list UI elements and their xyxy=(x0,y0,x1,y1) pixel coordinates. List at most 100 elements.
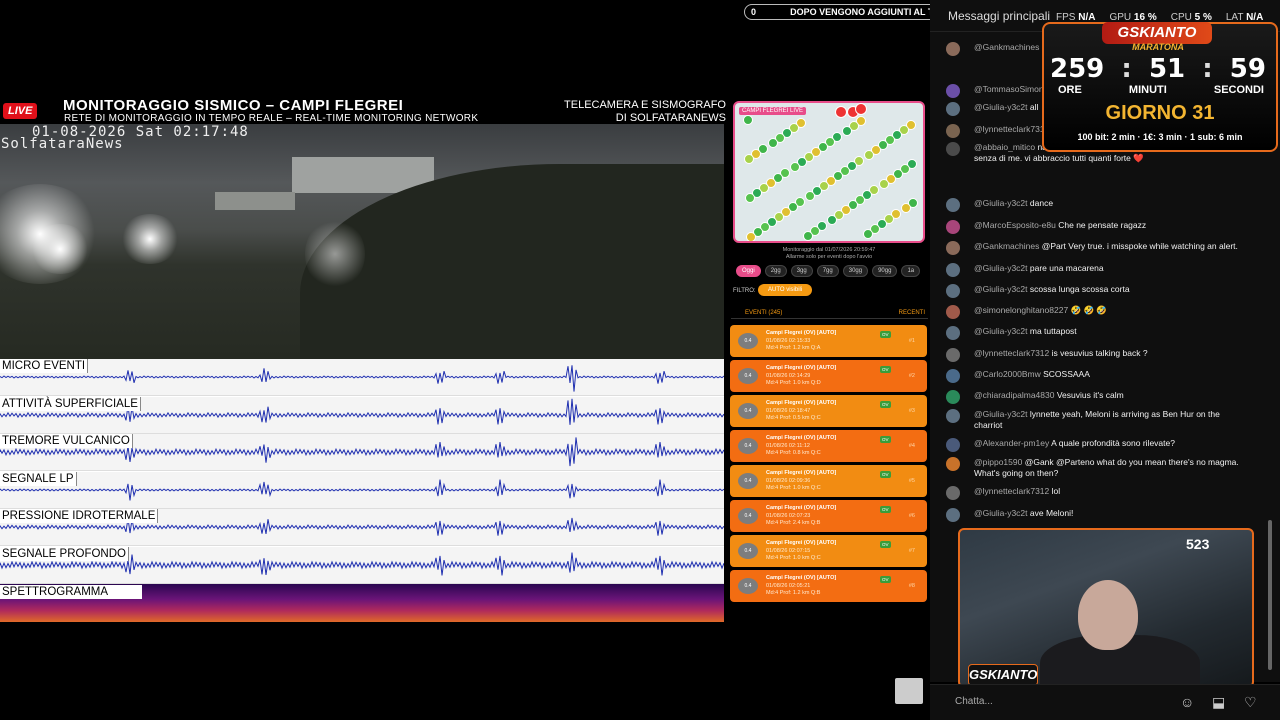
user-avatar[interactable] xyxy=(946,369,960,383)
user-avatar[interactable] xyxy=(946,263,960,277)
event-index: #8 xyxy=(908,583,915,589)
event-card[interactable]: 0.4 Campi Flegrei (OV) [AUTO] 01/08/26 02:… xyxy=(730,395,927,427)
chat-text: Che ne pensate ragazz xyxy=(1058,220,1147,230)
timer-minutes: 51 xyxy=(1148,54,1186,84)
seismo-row: PRESSIONE IDROTERMALE xyxy=(0,509,724,546)
event-card[interactable]: 0.4 Campi Flegrei (OV) [AUTO] 01/08/26 02:… xyxy=(730,535,927,567)
minutes-label: MINUTI xyxy=(1128,84,1167,96)
chat-username[interactable]: @Alexander-pm1ey xyxy=(974,438,1049,448)
event-source-badge: OV xyxy=(880,576,891,583)
chat-input[interactable]: Chatta... xyxy=(955,696,993,707)
period-button[interactable]: 3gg xyxy=(790,265,813,277)
marathon-timer: 259 : 51 : 59 xyxy=(1050,54,1266,84)
user-avatar[interactable] xyxy=(946,241,960,255)
event-magnitude: 0.4 xyxy=(738,473,758,489)
seismo-row-label: PRESSIONE IDROTERMALE xyxy=(0,509,159,523)
user-avatar[interactable] xyxy=(946,457,960,471)
user-avatar[interactable] xyxy=(946,42,960,56)
user-avatar[interactable] xyxy=(946,390,960,404)
event-magnitude: 0.4 xyxy=(738,508,758,524)
filter-auto-button[interactable]: AUTO visibili xyxy=(758,284,813,296)
event-map[interactable]: CAMPI FLEGREI LIVE xyxy=(733,101,925,243)
user-avatar[interactable] xyxy=(946,438,960,452)
chat-username[interactable]: @Giulia-y3c2t xyxy=(974,409,1028,419)
user-avatar[interactable] xyxy=(946,220,960,234)
chat-username[interactable]: @Giulia-y3c2t xyxy=(974,198,1028,208)
event-card[interactable]: 0.4 Campi Flegrei (OV) [AUTO] 01/08/26 02:… xyxy=(730,500,927,532)
user-avatar[interactable] xyxy=(946,142,960,156)
super-chat-icon[interactable]: ⬓ xyxy=(1212,694,1225,711)
chat-username[interactable]: @simonelonghitano8227 xyxy=(974,305,1068,315)
user-avatar[interactable] xyxy=(946,326,960,340)
chat-username[interactable]: @lynnetteclark731 xyxy=(974,124,1045,134)
map-event-marker[interactable] xyxy=(746,232,756,241)
map-event-marker[interactable] xyxy=(827,215,837,225)
event-depth: Md:4 Prof: 1.2 km Q:B xyxy=(766,590,821,596)
map-event-marker[interactable] xyxy=(864,150,874,160)
map-event-marker[interactable] xyxy=(805,191,815,201)
chat-username[interactable]: @Giulia-y3c2t xyxy=(974,508,1028,518)
user-avatar[interactable] xyxy=(946,284,960,298)
period-button[interactable]: 7gg xyxy=(816,265,839,277)
user-avatar[interactable] xyxy=(946,409,960,423)
events-recent-sort[interactable]: RECENTI xyxy=(899,310,925,316)
seismograph-panel: MICRO EVENTI ATTIVITÀ SUPERFICIALE TREMORE… xyxy=(0,359,724,622)
event-card[interactable]: 0.4 Campi Flegrei (OV) [AUTO] 01/08/26 02:… xyxy=(730,360,927,392)
period-button[interactable]: 1a xyxy=(901,265,921,277)
chat-mode-selector[interactable]: Messaggi principali xyxy=(948,9,1050,23)
user-avatar[interactable] xyxy=(946,198,960,212)
map-event-marker[interactable] xyxy=(768,138,778,148)
map-event-marker[interactable] xyxy=(879,179,889,189)
chat-username[interactable]: @Giulia-y3c2t xyxy=(974,326,1028,336)
event-depth: Md:4 Prof: 1.0 km Q:D xyxy=(766,380,821,386)
user-avatar[interactable] xyxy=(946,84,960,98)
chat-username[interactable]: @Giulia-y3c2t xyxy=(974,284,1028,294)
period-button[interactable]: Oggi xyxy=(736,265,761,277)
chat-scrollbar[interactable] xyxy=(1268,520,1272,670)
event-card[interactable]: 0.4 Campi Flegrei (OV) [AUTO] 01/08/26 02:… xyxy=(730,430,927,462)
seismo-row: ATTIVITÀ SUPERFICIALE xyxy=(0,396,724,434)
map-event-marker[interactable] xyxy=(863,229,873,239)
chat-username[interactable]: @TommasoSimon xyxy=(974,84,1044,94)
chat-username[interactable]: @Carlo2000Bmw xyxy=(974,369,1041,379)
webcam-logo: GSKIANTO xyxy=(968,664,1038,686)
period-button[interactable]: 2gg xyxy=(764,265,787,277)
chat-username[interactable]: @Gankmachines xyxy=(974,42,1039,52)
heart-icon[interactable]: ♡ xyxy=(1244,694,1257,711)
user-avatar[interactable] xyxy=(946,486,960,500)
event-card[interactable]: 0.4 Campi Flegrei (OV) [AUTO] 01/08/26 02:… xyxy=(730,465,927,497)
map-event-marker[interactable] xyxy=(743,115,753,125)
user-avatar[interactable] xyxy=(946,508,960,522)
camera-light-glow xyxy=(120,214,180,264)
map-event-marker[interactable] xyxy=(744,154,754,164)
seismo-row: TREMORE VULCANICO xyxy=(0,434,724,471)
chat-username[interactable]: @lynnetteclark7312 xyxy=(974,486,1049,496)
map-event-marker[interactable] xyxy=(842,126,852,136)
user-avatar[interactable] xyxy=(946,102,960,116)
map-event-marker[interactable] xyxy=(745,193,755,203)
chat-username[interactable]: @pippo1590 xyxy=(974,457,1022,467)
chat-username[interactable]: @chiaradipalma4830 xyxy=(974,390,1054,400)
chat-username[interactable]: @Giulia-y3c2t xyxy=(974,263,1028,273)
user-avatar[interactable] xyxy=(946,124,960,138)
map-event-marker[interactable] xyxy=(901,203,911,213)
map-event-marker[interactable] xyxy=(790,162,800,172)
map-event-marker[interactable] xyxy=(855,103,867,115)
event-card[interactable]: 0.4 Campi Flegrei (OV) [AUTO] 01/08/26 02:… xyxy=(730,570,927,602)
chat-username[interactable]: @lynnetteclark7312 xyxy=(974,348,1049,358)
user-avatar[interactable] xyxy=(946,305,960,319)
chat-username[interactable]: @Gankmachines xyxy=(974,241,1039,251)
period-button[interactable]: 90gg xyxy=(872,265,898,277)
event-card[interactable]: 0.4 Campi Flegrei (OV) [AUTO] 01/08/26 02:… xyxy=(730,325,927,357)
map-event-marker[interactable] xyxy=(835,106,847,118)
events-count: EVENTI (245) xyxy=(745,310,783,316)
map-event-marker[interactable] xyxy=(803,231,813,241)
chat-username[interactable]: @abbaio_mitico xyxy=(974,142,1035,152)
chat-username[interactable]: @Giulia-y3c2t xyxy=(974,102,1028,112)
emoji-icon[interactable]: ☺ xyxy=(1180,694,1194,710)
period-button[interactable]: 30gg xyxy=(842,265,869,277)
user-avatar[interactable] xyxy=(946,348,960,362)
chat-username[interactable]: @MarcoEsposito-e8u xyxy=(974,220,1056,230)
app-root: 0 DOPO VENGONO AGGIUNTI AL T... 1000000 … xyxy=(0,0,1280,720)
seismo-row-label: ATTIVITÀ SUPERFICIALE xyxy=(0,396,141,411)
